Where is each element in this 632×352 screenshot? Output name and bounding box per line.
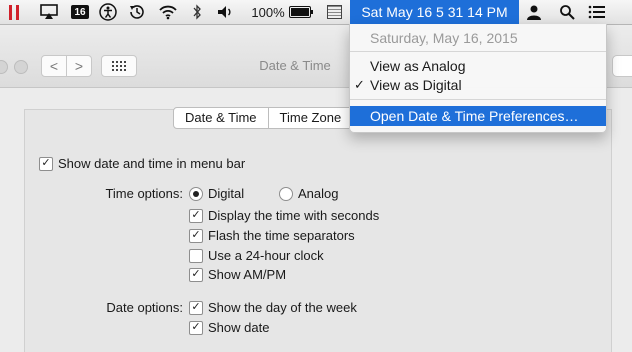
24-hour-option[interactable]: Use a 24-hour clock bbox=[189, 248, 324, 263]
menu-date-text: Saturday, May 16, 2015 bbox=[370, 30, 518, 46]
back-button[interactable]: < bbox=[41, 55, 67, 77]
time-machine-icon[interactable] bbox=[127, 0, 147, 24]
menu-separator bbox=[350, 51, 606, 52]
24-hour-checkbox[interactable] bbox=[189, 248, 203, 263]
digital-option[interactable]: Digital bbox=[189, 186, 244, 201]
analog-label: Analog bbox=[298, 186, 339, 201]
menu-view-digital[interactable]: ✓ View as Digital bbox=[350, 75, 606, 95]
tab-time-zone[interactable]: Time Zone bbox=[269, 108, 353, 128]
date-options-label: Date options: bbox=[106, 300, 183, 315]
ampm-label: Show AM/PM bbox=[208, 267, 287, 282]
day-of-week-label: Show the day of the week bbox=[208, 300, 357, 315]
calendar-day: 16 bbox=[71, 5, 89, 19]
bluetooth-icon[interactable] bbox=[189, 0, 205, 24]
menu-view-analog[interactable]: View as Analog bbox=[350, 56, 606, 76]
show-date-label: Show date bbox=[208, 320, 270, 335]
show-in-menubar-option[interactable]: ✓ Show date and time in menu bar bbox=[39, 156, 245, 171]
user-icon[interactable] bbox=[524, 0, 544, 24]
show-all-button[interactable] bbox=[101, 55, 137, 77]
volume-icon[interactable] bbox=[215, 0, 235, 24]
search-field[interactable] bbox=[612, 55, 632, 77]
digital-label: Digital bbox=[208, 186, 245, 201]
window-title: Date & Time bbox=[259, 58, 331, 73]
tab-date-time[interactable]: Date & Time bbox=[174, 108, 269, 128]
flash-separators-option[interactable]: ✓ Flash the time separators bbox=[189, 228, 355, 243]
battery-percent[interactable]: 100% bbox=[250, 0, 286, 24]
checkmark-icon: ✓ bbox=[354, 77, 365, 92]
digital-radio[interactable] bbox=[189, 186, 203, 201]
input-source-flag-icon[interactable] bbox=[325, 0, 343, 24]
show-in-menubar-label: Show date and time in menu bar bbox=[58, 156, 246, 171]
menu-view-analog-label: View as Analog bbox=[370, 58, 466, 74]
show-in-menubar-checkbox[interactable]: ✓ bbox=[39, 156, 53, 171]
seconds-checkbox[interactable]: ✓ bbox=[189, 208, 203, 223]
tab-bar: Date & Time Time Zone bbox=[173, 107, 354, 129]
time-options-label: Time options: bbox=[105, 186, 183, 201]
seconds-option[interactable]: ✓ Display the time with seconds bbox=[189, 208, 379, 223]
analog-radio[interactable] bbox=[279, 186, 293, 201]
analog-option[interactable]: Analog bbox=[279, 186, 338, 201]
wifi-icon[interactable] bbox=[157, 0, 179, 24]
notification-center-icon[interactable] bbox=[586, 0, 608, 24]
forward-button[interactable]: > bbox=[66, 55, 92, 77]
day-of-week-option[interactable]: ✓ Show the day of the week bbox=[189, 300, 357, 315]
grid-icon bbox=[112, 61, 126, 71]
24-hour-label: Use a 24-hour clock bbox=[208, 248, 324, 263]
calendar-icon[interactable]: 16 bbox=[69, 0, 91, 24]
flash-separators-label: Flash the time separators bbox=[208, 228, 355, 243]
menu-bar: 16 100% Sat May 16 5 31 14 PM bbox=[0, 0, 632, 25]
show-date-option[interactable]: ✓ Show date bbox=[189, 320, 269, 335]
menu-open-preferences-label: Open Date & Time Preferences… bbox=[370, 108, 579, 124]
accessibility-icon[interactable] bbox=[98, 0, 118, 24]
flash-separators-checkbox[interactable]: ✓ bbox=[189, 228, 203, 243]
zoom-button[interactable] bbox=[0, 60, 8, 74]
menu-open-preferences[interactable]: Open Date & Time Preferences… bbox=[350, 106, 606, 126]
airplay-icon[interactable] bbox=[40, 0, 58, 24]
ampm-option[interactable]: ✓ Show AM/PM bbox=[189, 267, 286, 282]
menu-view-digital-label: View as Digital bbox=[370, 77, 462, 93]
battery-icon[interactable] bbox=[288, 0, 313, 24]
battery-level bbox=[291, 8, 309, 16]
fullscreen-button[interactable] bbox=[14, 60, 28, 74]
menu-separator bbox=[350, 99, 606, 100]
seconds-label: Display the time with seconds bbox=[208, 208, 380, 223]
menubar-clock[interactable]: Sat May 16 5 31 14 PM bbox=[350, 0, 519, 24]
clock-menu: Saturday, May 16, 2015 View as Analog ✓ … bbox=[349, 24, 607, 133]
menu-date-header: Saturday, May 16, 2015 bbox=[350, 28, 606, 48]
day-of-week-checkbox[interactable]: ✓ bbox=[189, 300, 203, 315]
show-date-checkbox[interactable]: ✓ bbox=[189, 320, 203, 335]
ampm-checkbox[interactable]: ✓ bbox=[189, 267, 203, 282]
pause-icon[interactable] bbox=[6, 0, 22, 24]
spotlight-icon[interactable] bbox=[557, 0, 577, 24]
